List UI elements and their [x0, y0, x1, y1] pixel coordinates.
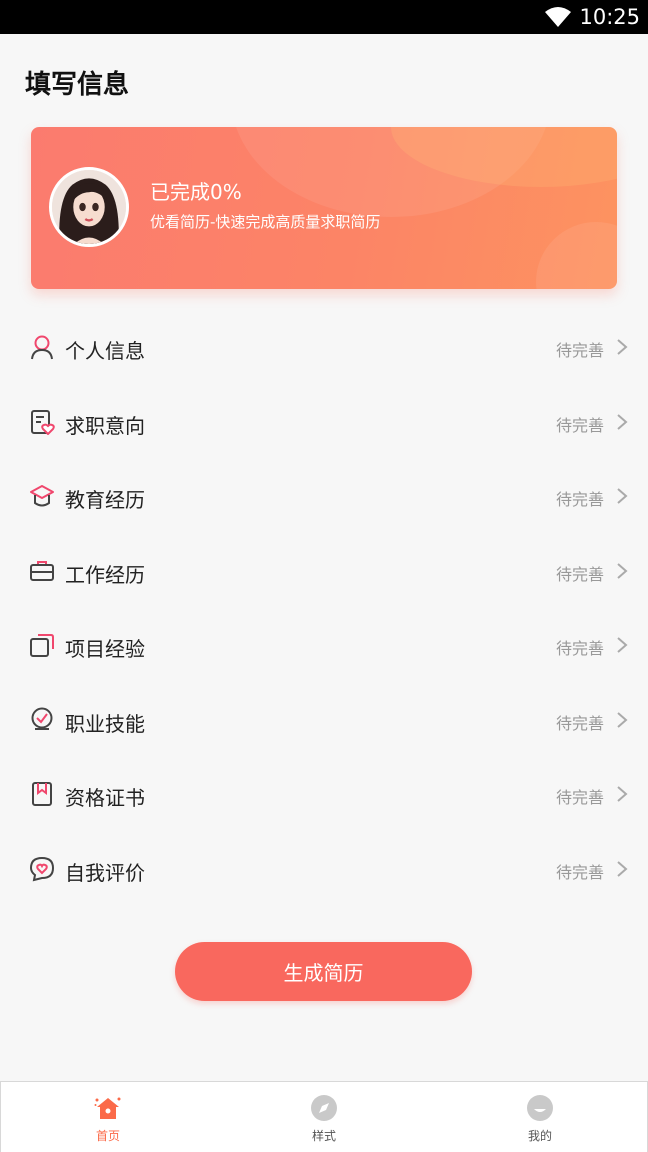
menu-item-work-experience[interactable]: 工作经历 待完善 — [0, 534, 648, 609]
tab-home[interactable]: 首页 — [48, 1082, 168, 1152]
chevron-right-icon — [617, 637, 628, 653]
chevron-right-icon — [617, 413, 628, 430]
tab-label: 样式 — [311, 1129, 336, 1143]
menu-item-project-experience[interactable]: 项目经验 待完善 — [0, 608, 648, 683]
menu-item-label: 教育经历 — [65, 488, 145, 512]
menu-item-status: 待完善 — [555, 639, 604, 658]
bottom-tab-bar: 首页 样式 我的 — [0, 1081, 648, 1152]
menu-item-status: 待完善 — [555, 490, 604, 509]
menu-item-self-evaluation[interactable]: 自我评价 待完善 — [0, 832, 648, 907]
tab-styles[interactable]: 样式 — [264, 1082, 384, 1152]
chevron-right-icon — [617, 562, 628, 579]
chevron-right-icon — [617, 339, 628, 355]
menu-item-label: 项目经验 — [65, 637, 145, 661]
resume-section-list: 个人信息 待完善 求职意向 待完善 教育经历 待完善 工作经历 待完善 项目经验… — [0, 310, 648, 906]
progress-banner: 已完成0% 优看简历-快速完成高质量求职简历 — [31, 127, 617, 289]
menu-item-status: 待完善 — [555, 713, 604, 733]
menu-item-status: 待完善 — [555, 788, 604, 807]
status-bar: 10:25 — [0, 0, 648, 34]
tab-label: 我的 — [527, 1129, 552, 1143]
intent-heart-icon — [31, 409, 55, 435]
certificate-icon — [32, 782, 52, 806]
generate-resume-button[interactable]: 生成简历 — [175, 942, 472, 1001]
menu-item-certificates[interactable]: 资格证书 待完善 — [0, 757, 648, 832]
menu-item-status: 待完善 — [555, 415, 604, 435]
wifi-icon — [545, 7, 571, 27]
status-time: 10:25 — [579, 5, 640, 29]
progress-text: 已完成0% — [150, 180, 242, 204]
chevron-right-icon — [617, 786, 628, 802]
person-icon — [31, 335, 53, 360]
chevron-right-icon — [617, 488, 628, 504]
menu-item-job-intent[interactable]: 求职意向 待完善 — [0, 385, 648, 460]
menu-item-label: 求职意向 — [65, 413, 145, 438]
project-icon — [30, 634, 54, 657]
tab-label: 首页 — [95, 1129, 120, 1143]
briefcase-icon — [30, 560, 54, 581]
menu-item-status: 待完善 — [555, 564, 604, 584]
avatar[interactable] — [49, 167, 129, 247]
heart-chat-icon — [29, 856, 55, 881]
chevron-right-icon — [617, 860, 628, 877]
avatar-portrait-icon — [52, 170, 126, 244]
menu-item-label: 工作经历 — [65, 562, 145, 587]
menu-item-education[interactable]: 教育经历 待完善 — [0, 459, 648, 534]
menu-item-label: 个人信息 — [65, 339, 145, 363]
menu-item-personal-info[interactable]: 个人信息 待完善 — [0, 310, 648, 385]
compass-icon — [311, 1095, 337, 1121]
menu-item-status: 待完善 — [555, 862, 604, 882]
menu-item-status: 待完善 — [555, 341, 604, 360]
home-icon — [94, 1097, 121, 1119]
menu-item-label: 自我评价 — [65, 860, 145, 885]
banner-decoration — [536, 222, 617, 289]
chevron-right-icon — [617, 711, 628, 728]
menu-item-label: 资格证书 — [65, 786, 145, 810]
tab-profile[interactable]: 我的 — [480, 1082, 600, 1152]
menu-item-label: 职业技能 — [65, 711, 145, 736]
banner-subtitle: 优看简历-快速完成高质量求职简历 — [150, 213, 381, 231]
skill-check-icon — [31, 707, 53, 730]
page-title: 填写信息 — [25, 70, 130, 100]
graduation-cap-icon — [30, 485, 54, 507]
profile-icon — [527, 1095, 553, 1121]
menu-item-skills[interactable]: 职业技能 待完善 — [0, 683, 648, 758]
